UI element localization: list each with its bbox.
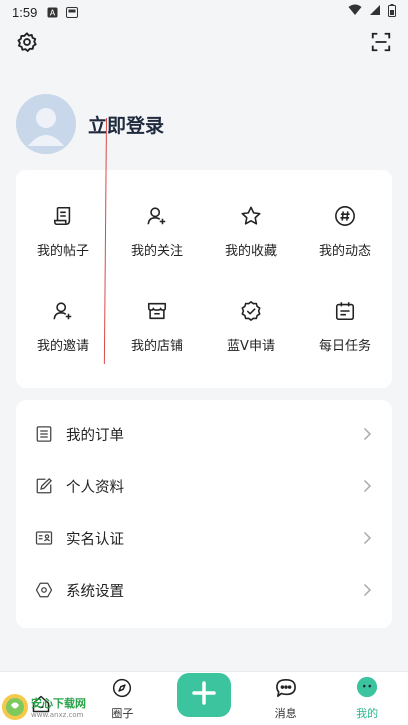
- list-item-my-orders[interactable]: 我的订单: [16, 408, 392, 460]
- hexagon-settings-icon: [34, 580, 54, 600]
- tab-me[interactable]: 我的: [326, 672, 408, 725]
- list-item-system-settings[interactable]: 系统设置: [16, 564, 392, 616]
- grid-item-label: 我的帖子: [36, 244, 89, 259]
- grid-item-label: 我的关注: [130, 244, 183, 259]
- watermark: 安心下载网 www.anxz.com: [2, 688, 112, 725]
- scan-icon: [370, 31, 392, 57]
- notification-b-icon: [66, 6, 79, 18]
- watermark-title: 安心下载网: [31, 696, 86, 710]
- chevron-right-icon: [360, 531, 374, 545]
- me-icon: [356, 676, 378, 702]
- grid-item-my-store[interactable]: 我的店铺: [110, 279, 204, 374]
- id-card-icon: [34, 528, 54, 548]
- login-button[interactable]: 立即登录: [88, 111, 164, 138]
- chat-icon: [275, 678, 297, 702]
- grid-item-my-activity[interactable]: 我的动态: [298, 184, 392, 279]
- calendar-icon: [333, 299, 357, 323]
- quick-menu-card: 我的帖子 我的关注 我的收藏 我的动态 我的邀请 我的店铺 蓝V申请 每日任务: [16, 170, 392, 388]
- compass-icon: [112, 678, 132, 702]
- watermark-logo-icon: [2, 693, 28, 720]
- status-time: 1:59: [12, 4, 38, 20]
- plus-icon: [191, 680, 217, 710]
- settings-list-card: 我的订单 个人资料 实名认证 系统设置: [16, 400, 392, 628]
- tab-messages[interactable]: 消息: [245, 672, 327, 725]
- list-item-label: 实名认证: [66, 531, 124, 548]
- grid-item-label: 每日任务: [318, 339, 371, 354]
- chevron-right-icon: [360, 583, 374, 597]
- signal-icon: [369, 4, 381, 20]
- grid-item-blue-v[interactable]: 蓝V申请: [204, 279, 298, 374]
- invite-icon: [51, 299, 75, 323]
- grid-item-my-posts[interactable]: 我的帖子: [16, 184, 110, 279]
- star-icon: [239, 204, 263, 228]
- edit-profile-icon: [34, 476, 54, 496]
- grid-item-label: 蓝V申请: [227, 339, 275, 354]
- list-item-label: 系统设置: [66, 583, 124, 600]
- grid-item-label: 我的店铺: [130, 339, 183, 354]
- verified-badge-icon: [239, 299, 263, 323]
- scan-button[interactable]: [369, 32, 393, 56]
- settings-button[interactable]: [15, 32, 39, 56]
- hashtag-icon: [333, 204, 357, 228]
- tab-label: 我的: [356, 707, 379, 720]
- list-item-profile[interactable]: 个人资料: [16, 460, 392, 512]
- grid-item-my-favorites[interactable]: 我的收藏: [204, 184, 298, 279]
- order-icon: [34, 424, 54, 444]
- grid-item-label: 我的动态: [318, 244, 371, 259]
- list-item-label: 个人资料: [66, 479, 124, 496]
- list-item-real-name[interactable]: 实名认证: [16, 512, 392, 564]
- chevron-right-icon: [360, 427, 374, 441]
- list-item-label: 我的订单: [66, 427, 124, 444]
- grid-item-my-invites[interactable]: 我的邀请: [16, 279, 110, 374]
- status-bar: 1:59 A: [0, 0, 408, 24]
- grid-item-label: 我的收藏: [224, 244, 277, 259]
- tab-label: 圈子: [111, 707, 134, 720]
- watermark-url: www.anxz.com: [31, 710, 84, 719]
- store-icon: [145, 299, 169, 323]
- wifi-icon: [348, 4, 362, 20]
- post-icon: [51, 204, 75, 228]
- notification-a-icon: A: [47, 7, 58, 18]
- gear-icon: [16, 31, 38, 57]
- svg-text:A: A: [50, 8, 56, 17]
- grid-item-my-follows[interactable]: 我的关注: [110, 184, 204, 279]
- chevron-right-icon: [360, 479, 374, 493]
- battery-icon: [388, 3, 396, 21]
- tab-label: 消息: [274, 707, 297, 720]
- publish-button[interactable]: [176, 673, 231, 717]
- grid-item-label: 我的邀请: [36, 339, 89, 354]
- tab-publish[interactable]: [163, 672, 245, 725]
- avatar[interactable]: [16, 94, 76, 154]
- follow-icon: [145, 204, 169, 228]
- grid-item-daily-tasks[interactable]: 每日任务: [298, 279, 392, 374]
- profile-header[interactable]: 立即登录: [16, 94, 164, 154]
